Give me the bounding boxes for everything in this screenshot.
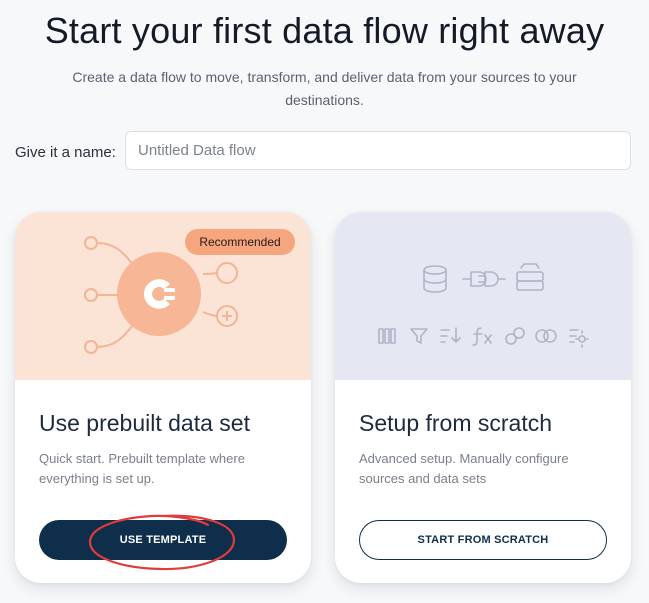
data-flow-name-input[interactable] [125, 131, 631, 170]
use-template-button[interactable]: USE TEMPLATE [39, 520, 287, 560]
start-from-scratch-button[interactable]: START FROM SCRATCH [359, 520, 607, 560]
add-output-icon [216, 305, 238, 327]
sort-icon [440, 327, 461, 343]
join-icon [535, 329, 557, 343]
scratch-card-description: Advanced setup. Manually configure sourc… [359, 451, 569, 486]
prebuilt-data-set-card[interactable]: Recommended Use prebuilt data set Quick … [15, 212, 311, 583]
scratch-card-title: Setup from scratch [359, 410, 553, 436]
database-icon [423, 265, 447, 293]
prebuilt-card-title: Use prebuilt data set [39, 410, 250, 436]
prebuilt-card-hero: Recommended [15, 212, 311, 380]
page-title: Start your first data flow right away [44, 10, 605, 51]
recommended-badge: Recommended [185, 229, 295, 255]
input-node-icon [84, 236, 98, 354]
link-icon [505, 327, 525, 345]
columns-icon [378, 328, 396, 344]
flow-logo-icon [117, 252, 201, 336]
scratch-card-hero [335, 212, 631, 380]
tools-illustration [378, 263, 589, 348]
name-field-label: Give it a name: [15, 144, 116, 161]
page-subtitle: Create a data flow to move, transform, a… [72, 69, 577, 108]
function-icon [472, 327, 492, 346]
filter-icon [410, 328, 428, 344]
output-node-icon [216, 262, 238, 284]
prebuilt-card-description: Quick start. Prebuilt template where eve… [39, 451, 245, 486]
scratch-setup-card[interactable]: Setup from scratch Advanced setup. Manua… [335, 212, 631, 583]
connector-icon [462, 271, 506, 287]
storage-icon [516, 263, 544, 291]
transform-icon [569, 329, 589, 348]
